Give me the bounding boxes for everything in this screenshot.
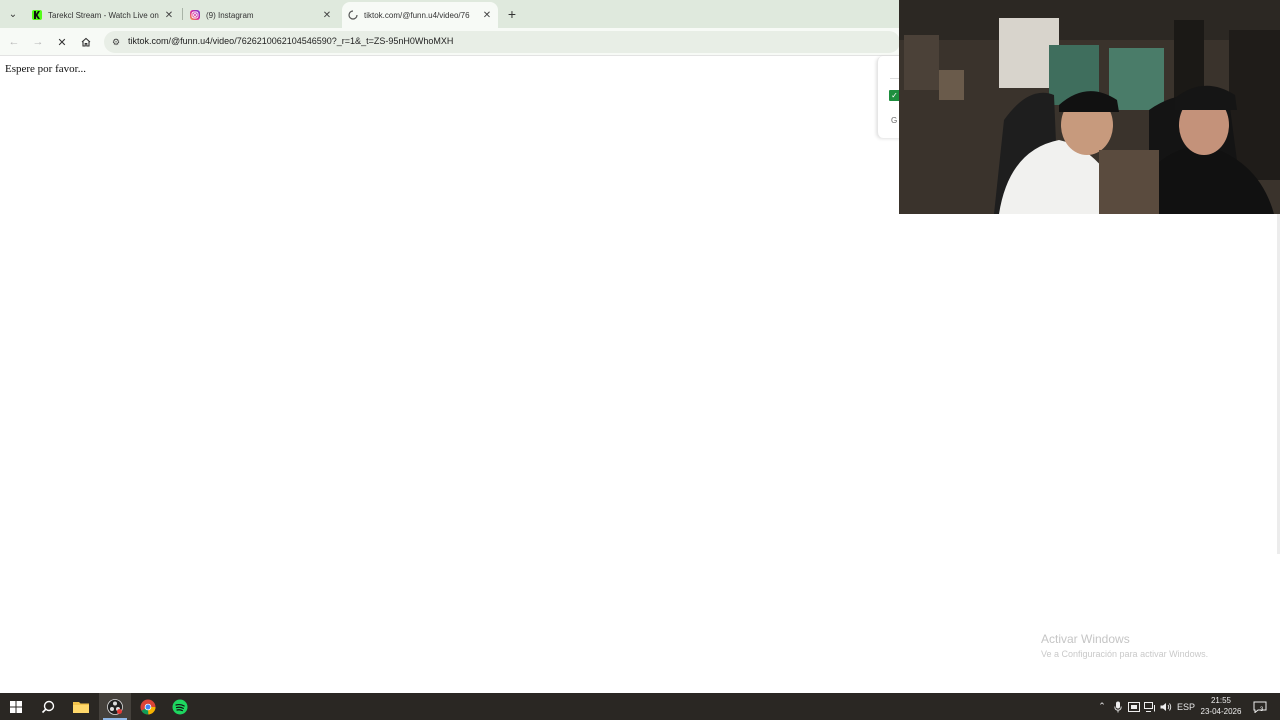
tab-separator bbox=[182, 8, 183, 20]
loading-spinner-icon bbox=[348, 10, 358, 20]
forward-button[interactable]: → bbox=[30, 34, 46, 50]
capture-button[interactable] bbox=[1127, 693, 1141, 720]
spotify-icon bbox=[172, 699, 188, 714]
notification-center-button[interactable]: 3 bbox=[1250, 693, 1270, 720]
kick-icon bbox=[32, 10, 42, 20]
close-tab-icon[interactable]: ✕ bbox=[480, 8, 494, 22]
tab-tiktok[interactable]: tiktok.com/@funn.u4/video/76 ✕ bbox=[342, 2, 498, 28]
tab-kick-stream[interactable]: Tarekcl Stream - Watch Live on ✕ bbox=[26, 2, 180, 28]
close-tab-icon[interactable]: ✕ bbox=[162, 8, 176, 22]
microphone-icon bbox=[1114, 701, 1122, 712]
side-popup: ✓ G bbox=[877, 56, 902, 138]
home-button[interactable] bbox=[78, 34, 94, 50]
taskbar-chrome[interactable] bbox=[132, 693, 164, 720]
url-text[interactable]: tiktok.com/@funn.u4/video/76262100621045… bbox=[128, 36, 453, 46]
arrow-right-icon: → bbox=[32, 36, 44, 48]
notification-count-badge: 3 bbox=[1260, 707, 1264, 713]
address-bar[interactable]: ⚙ tiktok.com/@funn.u4/video/762621006210… bbox=[104, 31, 900, 53]
obs-icon bbox=[107, 698, 123, 715]
chevron-up-icon: ⌃ bbox=[1098, 701, 1106, 711]
loading-message: Espere por favor... bbox=[5, 63, 86, 75]
clock-time: 21:55 bbox=[1210, 696, 1232, 705]
input-language-button[interactable]: ESP bbox=[1176, 693, 1196, 720]
webcam-feed-image bbox=[899, 0, 1280, 214]
close-icon: ✕ bbox=[57, 36, 67, 49]
tab-instagram[interactable]: (9) Instagram ✕ bbox=[184, 2, 338, 28]
webcam-overlay bbox=[899, 0, 1280, 214]
volume-button[interactable] bbox=[1159, 693, 1173, 720]
file-explorer-icon bbox=[73, 702, 89, 713]
watermark-subtitle: Ve a Configuración para activar Windows. bbox=[1041, 649, 1209, 659]
clock-date: 23-04-2026 bbox=[1200, 707, 1242, 716]
arrow-left-icon: ← bbox=[8, 36, 20, 48]
windows-activation-watermark: Activar Windows Ve a Configuración para … bbox=[1041, 632, 1208, 659]
tab-search-button[interactable]: ⌄ bbox=[4, 5, 22, 23]
stop-loading-button[interactable]: ✕ bbox=[54, 34, 70, 50]
new-tab-button[interactable]: + bbox=[504, 6, 520, 22]
chevron-down-icon: ⌄ bbox=[8, 8, 18, 20]
taskbar-file-explorer[interactable] bbox=[65, 693, 97, 720]
instagram-icon bbox=[190, 10, 200, 20]
network-icon bbox=[1144, 701, 1155, 712]
network-button[interactable] bbox=[1143, 693, 1157, 720]
watermark-title: Activar Windows bbox=[1041, 632, 1130, 646]
screen-capture-icon bbox=[1128, 701, 1140, 712]
home-icon bbox=[81, 37, 91, 47]
site-info-icon[interactable]: ⚙ bbox=[110, 36, 122, 48]
tab-title: Tarekcl Stream - Watch Live on bbox=[48, 10, 159, 20]
chrome-icon bbox=[140, 699, 156, 715]
back-button[interactable]: ← bbox=[6, 34, 22, 50]
volume-icon bbox=[1160, 702, 1172, 711]
microphone-button[interactable] bbox=[1111, 693, 1125, 720]
close-tab-icon[interactable]: ✕ bbox=[320, 8, 334, 22]
popup-letter: G bbox=[891, 116, 898, 125]
taskbar: ⌃ ESP 21:55 23-04-2026 3 bbox=[0, 693, 1280, 720]
system-clock[interactable]: 21:55 23-04-2026 bbox=[1196, 695, 1246, 717]
show-hidden-icons-button[interactable]: ⌃ bbox=[1096, 693, 1108, 720]
taskbar-search-button[interactable] bbox=[32, 693, 64, 720]
tab-title: (9) Instagram bbox=[206, 10, 254, 20]
screen: ⌄ Tarekcl Stream - Watch Live on ✕ (9) I… bbox=[0, 0, 1280, 720]
search-icon bbox=[41, 700, 55, 713]
start-icon bbox=[10, 700, 22, 713]
taskbar-obs[interactable] bbox=[99, 693, 131, 720]
taskbar-spotify[interactable] bbox=[164, 693, 196, 720]
start-button[interactable] bbox=[0, 693, 32, 720]
tab-title: tiktok.com/@funn.u4/video/76 bbox=[364, 10, 470, 20]
